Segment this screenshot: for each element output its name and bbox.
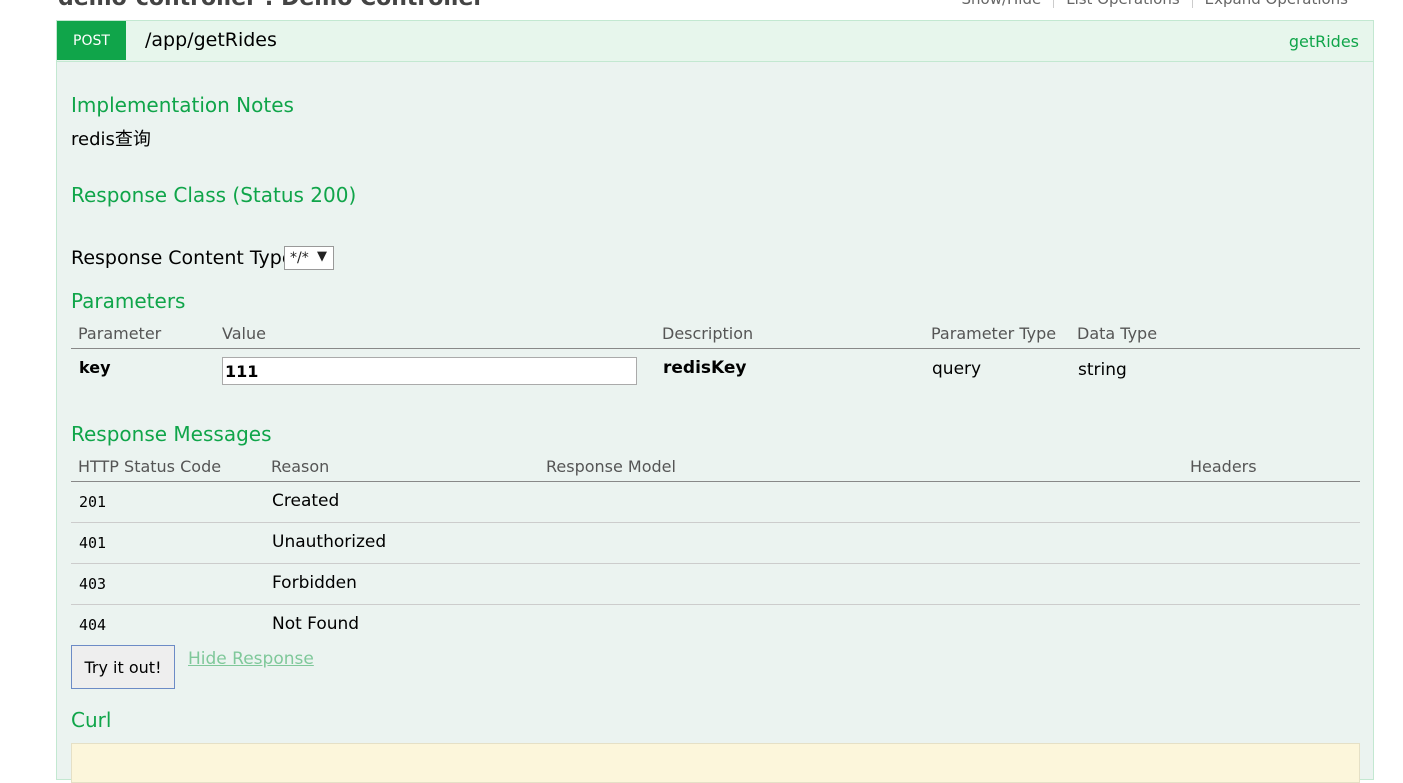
show-hide-link[interactable]: Show/Hide — [949, 0, 1053, 8]
http-method-badge[interactable]: POST — [57, 21, 126, 60]
param-type: query — [932, 359, 982, 379]
param-col-parameter-type: Parameter Type — [931, 324, 1057, 343]
parameters-heading: Parameters — [71, 289, 186, 313]
param-key-input[interactable] — [222, 357, 637, 385]
param-col-parameter: Parameter — [78, 324, 162, 343]
dropdown-arrow-icon: ▼ — [317, 249, 327, 264]
response-content-type-select[interactable]: */* ▼ — [284, 246, 334, 270]
response-content-type-label: Response Content Type — [71, 247, 294, 269]
operation-heading[interactable]: POST /app/getRides getRides — [57, 21, 1373, 62]
resp-col-headers: Headers — [1190, 457, 1257, 476]
param-name: key — [79, 358, 111, 377]
resp-row-divider — [71, 522, 1360, 523]
response-class-heading: Response Class (Status 200) — [71, 183, 357, 207]
resp-code: 404 — [79, 616, 107, 634]
resp-code: 401 — [79, 534, 107, 552]
controller-header: demo-controller : Demo Controller Show/H… — [0, 0, 1403, 11]
resp-header-rule — [71, 481, 1360, 482]
response-content-type-value: */* — [290, 250, 309, 266]
operation-path[interactable]: /app/getRides — [145, 29, 277, 51]
param-col-data-type: Data Type — [1077, 324, 1158, 343]
resp-code: 201 — [79, 493, 107, 511]
param-col-value: Value — [222, 324, 266, 343]
resp-col-status-code: HTTP Status Code — [78, 457, 222, 476]
param-header-rule — [71, 348, 1360, 349]
resp-reason: Unauthorized — [272, 532, 387, 552]
curl-command-box[interactable] — [71, 743, 1360, 783]
resp-reason: Not Found — [272, 614, 360, 634]
list-operations-link[interactable]: List Operations — [1053, 0, 1192, 8]
resp-row-divider — [71, 563, 1360, 564]
expand-operations-link[interactable]: Expand Operations — [1191, 0, 1360, 8]
resp-col-reason: Reason — [271, 457, 330, 476]
resp-col-response-model: Response Model — [546, 457, 676, 476]
resp-reason: Forbidden — [272, 573, 357, 593]
resp-code: 403 — [79, 575, 107, 593]
controller-title[interactable]: demo-controller : Demo Controller — [58, 0, 484, 11]
operation-panel: POST /app/getRides getRides Implementati… — [56, 20, 1374, 783]
param-col-description: Description — [662, 324, 754, 343]
response-messages-heading: Response Messages — [71, 422, 272, 446]
controller-ops: Show/HideList OperationsExpand Operation… — [949, 0, 1360, 8]
implementation-notes-heading: Implementation Notes — [71, 93, 294, 117]
try-it-out-button[interactable]: Try it out! — [71, 645, 175, 689]
implementation-notes-text: redis查询 — [71, 129, 151, 150]
resp-row-divider — [71, 604, 1360, 605]
operation-name-link[interactable]: getRides — [1289, 32, 1359, 51]
resp-reason: Created — [272, 491, 340, 511]
hide-response-link[interactable]: Hide Response — [188, 649, 314, 669]
param-description: redisKey — [663, 358, 747, 378]
curl-heading: Curl — [71, 708, 112, 732]
param-data-type: string — [1078, 360, 1127, 380]
